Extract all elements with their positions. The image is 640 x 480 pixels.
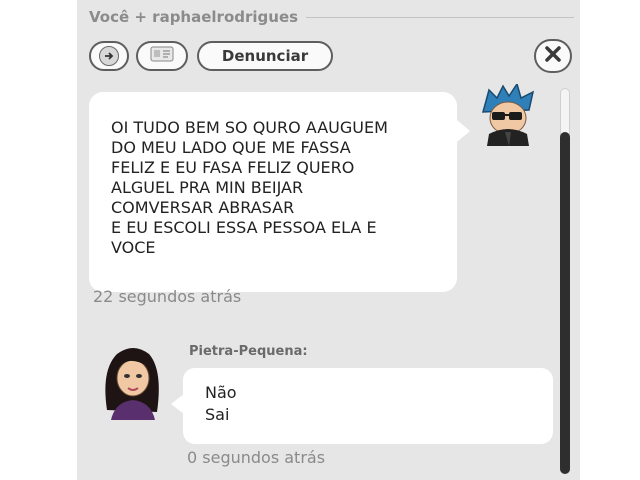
close-x-icon — [544, 45, 562, 67]
bubble-tail — [457, 120, 470, 142]
chat-log: OI TUDO BEM SO QURO AAUGUEM DO MEU LADO … — [77, 84, 580, 480]
message-text: OI TUDO BEM SO QURO AAUGUEM DO MEU LADO … — [111, 118, 388, 257]
window-title: Você + raphaelrodrigues — [89, 8, 307, 26]
scrollbar-thumb[interactable] — [560, 132, 570, 474]
message-bubble: OI TUDO BEM SO QURO AAUGUEM DO MEU LADO … — [89, 92, 457, 292]
user-avatar-raphael — [475, 84, 541, 146]
message-bubble: Não Sai — [183, 368, 553, 444]
close-button[interactable] — [534, 39, 572, 73]
message-line: Não — [205, 383, 237, 402]
profile-button[interactable] — [136, 41, 188, 71]
user-avatar-pietra — [97, 340, 169, 420]
message-timestamp: 22 segundos atrás — [93, 287, 242, 306]
message-line: Sai — [205, 405, 230, 424]
sender-name: Pietra-Pequena: — [189, 344, 308, 359]
chat-window: Você + raphaelrodrigues Denunciar OI TUD… — [77, 0, 580, 480]
report-button[interactable]: Denunciar — [197, 41, 333, 71]
message-timestamp: 0 segundos atrás — [187, 448, 326, 467]
id-card-icon — [150, 46, 174, 66]
arrow-right-icon — [99, 46, 119, 66]
forward-button[interactable] — [89, 41, 129, 71]
